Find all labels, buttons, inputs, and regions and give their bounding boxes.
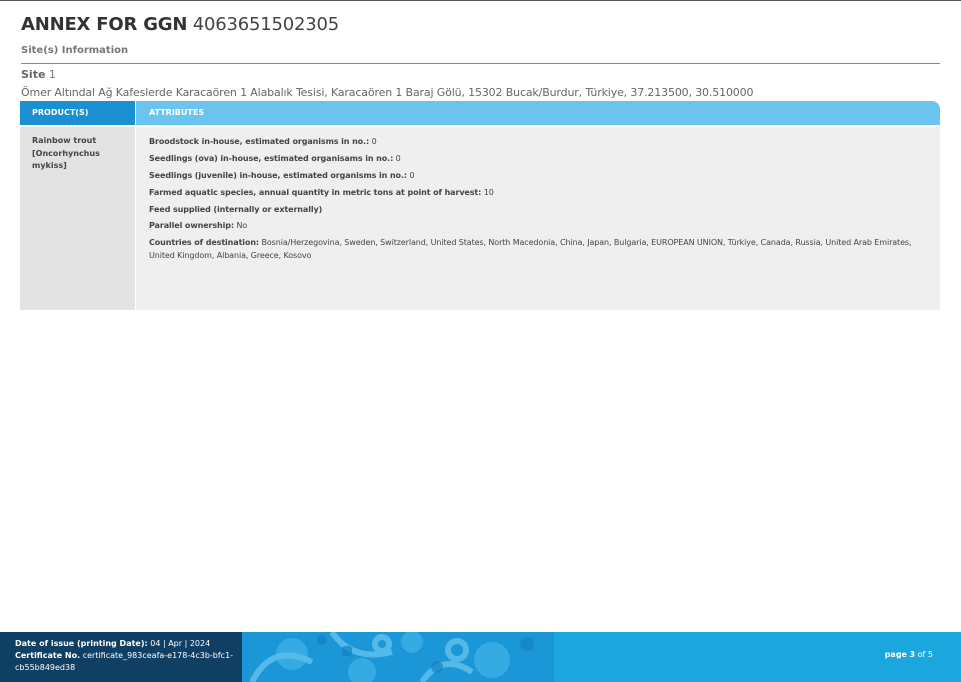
footer-info-panel: Date of issue (printing Date): 04 | Apr … (0, 632, 242, 682)
title-prefix: ANNEX FOR GGN (21, 14, 188, 35)
page-current: 3 (909, 650, 916, 659)
attribute-label: Broodstock in-house, estimated organisms… (149, 137, 370, 146)
attribute-row: Parallel ownership: No (149, 220, 927, 233)
attribute-value: 10 (483, 187, 494, 197)
attributes-column-header: ATTRIBUTES (136, 101, 940, 125)
issue-date-line: Date of issue (printing Date): 04 | Apr … (15, 638, 242, 650)
attribute-value: 0 (395, 153, 401, 163)
attribute-row: Seedlings (juvenile) in-house, estimated… (149, 170, 927, 183)
section-divider (21, 63, 940, 64)
products-table: PRODUCT(S) ATTRIBUTES Rainbow trout [Onc… (20, 101, 940, 310)
attribute-label: Feed supplied (internally or externally) (149, 204, 323, 214)
page-of: of (917, 650, 926, 659)
page-label: page (884, 650, 907, 659)
attribute-value: 0 (371, 137, 377, 146)
footer-pattern (242, 632, 554, 682)
page-indicator: page 3 of 5 (885, 650, 933, 659)
attribute-label: Seedlings (ova) in-house, estimated orga… (149, 153, 394, 163)
page-total: 5 (927, 650, 933, 659)
site-address: Ömer Altındal Ağ Kafeslerde Karacaören 1… (21, 86, 754, 99)
issue-date-label: Date of issue (printing Date): (15, 639, 148, 648)
attributes-cell: Broodstock in-house, estimated organisms… (136, 127, 940, 310)
page-footer: Date of issue (printing Date): 04 | Apr … (0, 632, 961, 682)
ggn-number: 4063651502305 (192, 14, 340, 35)
attribute-row: Feed supplied (internally or externally) (149, 204, 927, 217)
page-title: ANNEX FOR GGN 4063651502305 (21, 14, 339, 35)
attribute-value: No (236, 221, 248, 231)
top-border-line (0, 0, 961, 1)
attribute-label: Seedlings (juvenile) in-house, estimated… (149, 170, 407, 180)
site-heading: Site 1 (21, 68, 56, 81)
certificate-line: Certificate No. certificate_983ceafa-e17… (15, 650, 242, 674)
footer-right-panel: page 3 of 5 (554, 632, 961, 682)
attribute-label: Parallel ownership: (149, 221, 235, 231)
section-title: Site(s) Information (21, 45, 129, 56)
issue-date-value: 04 | Apr | 2024 (150, 639, 211, 648)
attribute-row: Broodstock in-house, estimated organisms… (149, 136, 927, 149)
attribute-label: Farmed aquatic species, annual quantity … (149, 187, 482, 197)
attribute-row: Farmed aquatic species, annual quantity … (149, 187, 927, 200)
attribute-label: Countries of destination: (149, 238, 260, 248)
products-column-header: PRODUCT(S) (20, 101, 135, 125)
site-number: 1 (48, 68, 56, 81)
attribute-value: 0 (409, 170, 415, 180)
certificate-label: Certificate No. (15, 651, 81, 660)
attribute-row: Seedlings (ova) in-house, estimated orga… (149, 153, 927, 166)
attribute-value: Bosnia/Herzegovina, Sweden, Switzerland,… (149, 238, 912, 260)
attribute-row: Countries of destination: Bosnia/Herzego… (149, 237, 927, 262)
product-cell: Rainbow trout [Oncorhynchus mykiss] (20, 127, 135, 310)
decorative-pattern-icon (249, 632, 534, 682)
site-label: Site (21, 68, 46, 81)
